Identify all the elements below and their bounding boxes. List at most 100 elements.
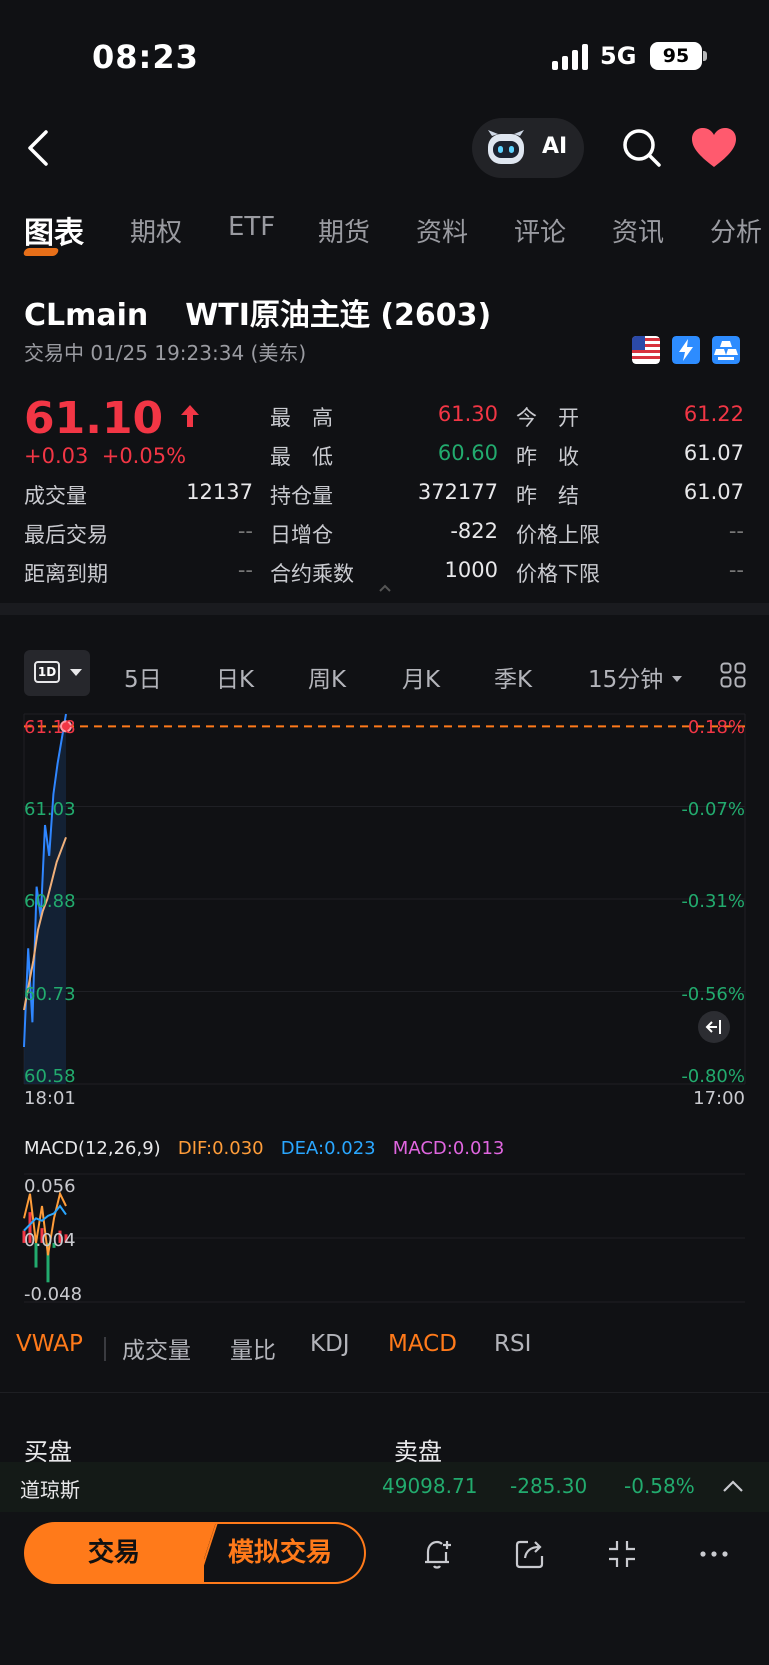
detail-tabs: 图表 期权 ETF 期货 资料 评论 资讯 分析 (0, 206, 769, 262)
prev-settle-label: 昨 结 (516, 484, 579, 508)
period-quarterly-k[interactable]: 季K (494, 660, 532, 694)
indicator-rsi[interactable]: RSI (494, 1331, 531, 1357)
robot-icon (488, 130, 524, 164)
gold-bars-icon (712, 336, 740, 364)
y-tick-left-3: 60.73 (24, 984, 76, 1005)
limit-down-label: 价格下限 (516, 562, 600, 586)
macd-tick-0: 0.056 (24, 1176, 76, 1197)
period-1d-dropdown[interactable]: 1D (24, 650, 90, 696)
sim-trade-button[interactable]: 模拟交易 (196, 1522, 366, 1584)
multiplier-value: 1000 (444, 558, 498, 582)
open-interest-value: 372177 (417, 480, 498, 504)
chevron-down-icon (671, 676, 682, 682)
indicator-kdj[interactable]: KDJ (310, 1331, 350, 1357)
x-tick-end: 17:00 (693, 1088, 745, 1109)
more-icon[interactable] (696, 1536, 732, 1572)
index-ticker[interactable]: 道琼斯 49098.71 -285.30 -0.58% (0, 1462, 769, 1512)
battery-icon: 95 (650, 42, 702, 70)
ticker-change: -285.30 (510, 1474, 588, 1498)
limit-up-label: 价格上限 (516, 523, 600, 547)
search-icon[interactable] (620, 126, 664, 170)
period-15min-dropdown[interactable]: 15分钟 (588, 660, 683, 694)
arrow-up-icon (180, 405, 199, 427)
y-tick-left-2: 60.88 (24, 891, 76, 912)
high-label: 最 高 (270, 406, 333, 430)
prev-close-label: 昨 收 (516, 445, 579, 469)
low-value: 60.60 (437, 441, 498, 465)
chevron-down-icon (70, 669, 82, 676)
contract-name: WTI原油主连 (2603) (185, 298, 492, 333)
bottom-action-bar: 交易 模拟交易 (0, 1512, 769, 1665)
ai-assistant-button[interactable]: AI (472, 118, 584, 178)
period-5d[interactable]: 5日 (124, 660, 162, 694)
tab-comments[interactable]: 评论 (514, 212, 566, 249)
to-expiry-label: 距离到期 (24, 562, 108, 586)
collapse-caret-icon[interactable] (378, 583, 392, 593)
indicator-tabs: VWAP 成交量 量比 KDJ MACD RSI (0, 1325, 769, 1369)
collapse-fullscreen-icon[interactable] (604, 1536, 640, 1572)
last-trade-label: 最后交易 (24, 523, 108, 547)
period-daily-k[interactable]: 日K (216, 660, 254, 694)
volume-label: 成交量 (24, 484, 87, 508)
tab-profile[interactable]: 资料 (416, 212, 468, 249)
signal-icon (552, 44, 588, 70)
oi-change-label: 日增仓 (270, 523, 333, 547)
status-time: 08:23 (92, 38, 199, 76)
macd-dif: DIF:0.030 (177, 1138, 264, 1159)
y-tick-right-2: -0.31% (681, 891, 745, 912)
share-icon[interactable] (512, 1536, 548, 1572)
us-flag-icon (632, 336, 660, 364)
period-1d-label: 1D (34, 661, 60, 683)
period-selector: 1D 5日 日K 周K 月K 季K 15分钟 (0, 650, 769, 698)
volume-value: 12137 (186, 480, 253, 504)
macd-chart[interactable] (0, 1170, 769, 1306)
section-divider (0, 1392, 769, 1393)
macd-title: MACD(12,26,9) (24, 1138, 161, 1159)
tab-options[interactable]: 期权 (130, 212, 182, 249)
macd-dea: DEA:0.023 (280, 1138, 376, 1159)
alert-bell-icon[interactable] (420, 1536, 456, 1572)
lightning-badge-icon (672, 336, 700, 364)
tab-etf[interactable]: ETF (228, 212, 275, 242)
oi-change-value: -822 (450, 519, 498, 543)
return-to-latest-button[interactable] (698, 1011, 730, 1043)
y-tick-right-4: -0.80% (681, 1066, 745, 1087)
macd-grid (24, 1173, 745, 1303)
y-tick-left-1: 61.03 (24, 799, 76, 820)
indicator-vwap[interactable]: VWAP (16, 1331, 83, 1357)
heart-icon[interactable] (690, 126, 738, 170)
period-weekly-k[interactable]: 周K (308, 660, 346, 694)
contract-title: CLmain WTI原油主连 (2603) (24, 290, 491, 334)
ticker-name: 道琼斯 (20, 1478, 80, 1502)
nav-bar: AI (0, 112, 769, 184)
x-tick-start: 18:01 (24, 1088, 76, 1109)
indicator-volume-ratio[interactable]: 量比 (230, 1331, 276, 1365)
back-arrow-icon[interactable] (22, 128, 58, 168)
macd-value: MACD:0.013 (392, 1138, 505, 1159)
grid-layout-icon[interactable] (720, 662, 746, 688)
trade-button[interactable]: 交易 (24, 1522, 204, 1584)
y-tick-right-3: -0.56% (681, 984, 745, 1005)
tab-news[interactable]: 资讯 (612, 212, 664, 249)
tab-chart[interactable]: 图表 (24, 208, 84, 252)
ticker-value: 49098.71 (382, 1474, 478, 1498)
ai-label: AI (542, 134, 568, 159)
battery-tip (703, 51, 707, 61)
y-tick-left-0: 61.18 (24, 717, 76, 738)
price-change: +0.03 +0.05% (24, 444, 187, 468)
last-trade-value: -- (237, 519, 253, 543)
tab-analysis[interactable]: 分析 (710, 212, 762, 249)
open-label: 今 开 (516, 406, 579, 430)
macd-tick-1: 0.004 (24, 1230, 76, 1251)
indicator-macd[interactable]: MACD (388, 1331, 457, 1357)
period-monthly-k[interactable]: 月K (402, 660, 440, 694)
high-value: 61.30 (437, 402, 498, 426)
macd-tick-2: -0.048 (24, 1284, 83, 1305)
indicator-volume[interactable]: 成交量 (122, 1331, 191, 1365)
network-type: 5G (600, 42, 637, 70)
tab-futures[interactable]: 期货 (318, 212, 370, 249)
chevron-up-icon[interactable] (722, 1478, 744, 1494)
prev-settle-value: 61.07 (683, 480, 744, 504)
ticker-change-pct: -0.58% (624, 1474, 695, 1498)
indicator-separator (104, 1337, 106, 1361)
